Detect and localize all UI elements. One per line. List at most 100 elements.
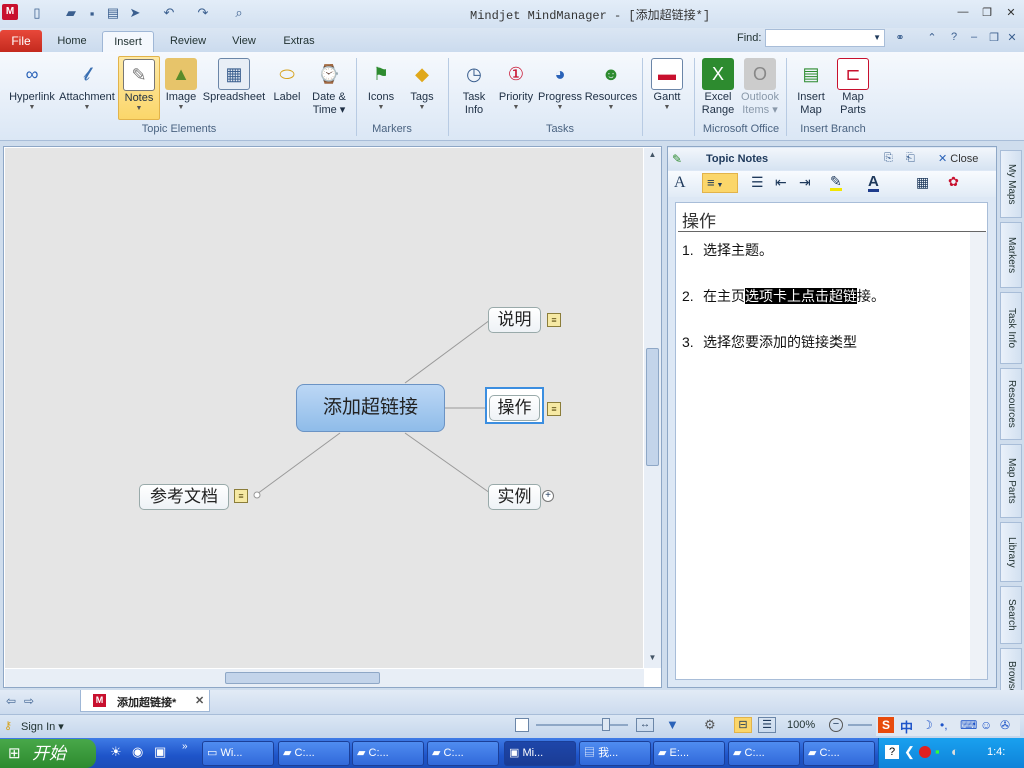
date-time-button[interactable]: ⌚ Date & Time ▾ <box>308 56 350 120</box>
taskbar-item[interactable]: ▰ E:... <box>653 741 725 766</box>
print-icon[interactable]: ▤ <box>104 4 122 22</box>
taskbar-item[interactable]: ▰ C:... <box>803 741 875 766</box>
chinese-mode-icon[interactable]: 中 <box>900 717 913 736</box>
attachment-button[interactable]: 𝓵 Attachment ▼ <box>58 56 116 120</box>
restore-icon[interactable]: ❐ <box>976 6 998 20</box>
app-logo-icon[interactable]: M <box>2 4 18 20</box>
zoom-out-icon[interactable]: − <box>829 718 843 732</box>
notes-export-icon[interactable]: ⎗ <box>906 152 915 165</box>
tags-button[interactable]: ◆ Tags ▼ <box>404 56 440 120</box>
scroll-up-icon[interactable]: ▲ <box>646 150 659 163</box>
collapse-ribbon-icon[interactable]: ⌃ <box>924 31 940 47</box>
image-button[interactable]: ▲ Image ▼ <box>162 56 200 120</box>
map-horizontal-scrollbar[interactable] <box>5 669 644 687</box>
gantt-button[interactable]: ▬ Gantt ▼ <box>648 56 686 120</box>
map-vertical-scrollbar[interactable]: ▲ ▼ <box>644 148 661 668</box>
sidetab-markers[interactable]: Markers <box>1000 222 1022 288</box>
resources-button[interactable]: ☻ Resources ▼ <box>584 56 638 120</box>
topic-description[interactable]: 说明 <box>488 307 541 333</box>
align-left-button[interactable]: ≡ ▼ <box>702 173 738 193</box>
sidetab-resources[interactable]: Resources <box>1000 368 1022 440</box>
fit-width-icon[interactable]: ↔ <box>636 718 654 732</box>
table-icon[interactable]: ▦ <box>916 174 929 191</box>
taskbar-item[interactable]: ▰ C:... <box>352 741 424 766</box>
help-tray-icon[interactable]: ? <box>885 745 899 759</box>
document-tab[interactable]: M 添加超链接* ✕ <box>80 690 210 712</box>
vertical-scroll-thumb[interactable] <box>646 348 659 466</box>
insert-map-button[interactable]: ▤ Insert Map <box>790 56 832 120</box>
progress-button[interactable]: ◕ Progress ▼ <box>537 56 583 120</box>
indent-icon[interactable]: ⇥ <box>799 174 811 191</box>
quicklaunch-desktop-icon[interactable]: ▣ <box>154 744 166 760</box>
volume-icon[interactable]: ◐ <box>951 744 959 759</box>
filter-icon[interactable]: ▼ <box>666 717 679 732</box>
open-folder-icon[interactable]: ▰ <box>62 4 80 22</box>
quicklaunch-browser-icon[interactable]: ◉ <box>132 744 143 760</box>
doc-minimize-icon[interactable]: – <box>966 31 982 47</box>
notes-button[interactable]: ✎ Notes ▼ <box>118 56 160 120</box>
font-icon[interactable]: A <box>674 174 686 192</box>
moon-icon[interactable]: ☽ <box>922 718 933 732</box>
sidetab-search[interactable]: Search <box>1000 586 1022 644</box>
next-doc-icon[interactable]: ⇨ <box>24 694 34 708</box>
new-doc-icon[interactable]: ▯ <box>28 4 46 22</box>
keyboard-icon[interactable]: ⌨ <box>960 718 977 732</box>
send-icon[interactable]: ➤ <box>126 4 144 22</box>
sidetab-library[interactable]: Library <box>1000 522 1022 582</box>
priority-button[interactable]: ① Priority ▼ <box>495 56 537 120</box>
layout-icon[interactable]: ⚙ <box>704 717 716 733</box>
notes-scrollbar[interactable] <box>970 232 987 679</box>
wrench-icon[interactable]: ✇ <box>1000 718 1010 732</box>
zoom-slider-thumb[interactable] <box>602 718 610 731</box>
spell-check-icon[interactable]: ✿ <box>948 174 959 190</box>
map-parts-button[interactable]: ⊏ Map Parts <box>834 56 872 120</box>
close-doc-icon[interactable]: ✕ <box>195 694 204 707</box>
record-icon[interactable] <box>919 746 931 758</box>
sign-in-button[interactable]: Sign In ▾ <box>21 720 64 733</box>
notes-pin-icon[interactable]: ✎ <box>672 152 682 166</box>
start-button[interactable]: ⊞ 开始 <box>0 739 96 768</box>
topic-example[interactable]: 实例 <box>488 484 541 510</box>
network-icon[interactable]: ▪ <box>935 744 940 759</box>
undo-icon[interactable]: ↶ <box>160 4 178 22</box>
doc-restore-icon[interactable]: ❐ <box>986 31 1002 47</box>
note-step-1[interactable]: 1. 选择主题。 <box>682 240 773 260</box>
tab-view[interactable]: View <box>224 31 264 52</box>
taskbar-item[interactable]: ▰ C:... <box>728 741 800 766</box>
find-input[interactable]: ▼ <box>765 29 885 47</box>
scroll-down-icon[interactable]: ▼ <box>646 653 659 666</box>
zoom-slider[interactable] <box>536 724 628 726</box>
input-method-icon[interactable]: S <box>878 717 894 733</box>
expand-icon[interactable]: + <box>542 490 554 502</box>
central-topic[interactable]: 添加超链接 <box>296 384 445 432</box>
selected-text[interactable]: 选项卡上点击超链 <box>745 288 857 304</box>
sidetab-my-maps[interactable]: My Maps <box>1000 150 1022 218</box>
binoculars-icon[interactable]: ⚭ <box>892 31 908 47</box>
tab-home[interactable]: Home <box>50 31 94 52</box>
horizontal-scroll-thumb[interactable] <box>225 672 380 684</box>
quicklaunch-more-icon[interactable]: » <box>182 741 188 752</box>
outline-view-icon[interactable]: ☰ <box>758 717 776 733</box>
notes-import-icon[interactable]: ⎘ <box>884 152 893 165</box>
minimize-icon[interactable]: — <box>952 6 974 20</box>
taskbar-item[interactable]: ▰ C:... <box>278 741 350 766</box>
outdent-icon[interactable]: ⇤ <box>775 174 787 191</box>
map-view-icon[interactable]: ⊟ <box>734 717 752 733</box>
note-icon[interactable]: ≡ <box>547 313 561 327</box>
excel-range-button[interactable]: X Excel Range <box>698 56 738 120</box>
tab-review[interactable]: Review <box>162 31 214 52</box>
label-button[interactable]: ⬭ Label <box>268 56 306 120</box>
doc-close-icon[interactable]: ✕ <box>1004 31 1020 47</box>
hyperlink-button[interactable]: ∞ Hyperlink ▼ <box>6 56 58 120</box>
outlook-items-button[interactable]: O Outlook Items ▾ <box>738 56 782 120</box>
taskbar-item-mindmanager[interactable]: ▣ Mi... <box>504 741 576 766</box>
sidetab-task-info[interactable]: Task Info <box>1000 292 1022 364</box>
note-step-3[interactable]: 3. 选择您要添加的链接类型 <box>682 332 857 352</box>
note-step-2[interactable]: 2. 在主页选项卡上点击超链接。 <box>682 286 885 306</box>
notes-editor[interactable] <box>675 202 988 680</box>
topic-reference-docs[interactable]: 参考文档 <box>139 484 229 510</box>
help-icon[interactable]: ? <box>946 31 962 47</box>
prev-doc-icon[interactable]: ⇦ <box>6 694 16 708</box>
save-icon[interactable]: ▪ <box>83 4 101 22</box>
taskbar-item[interactable]: ▭ Wi... <box>202 741 274 766</box>
